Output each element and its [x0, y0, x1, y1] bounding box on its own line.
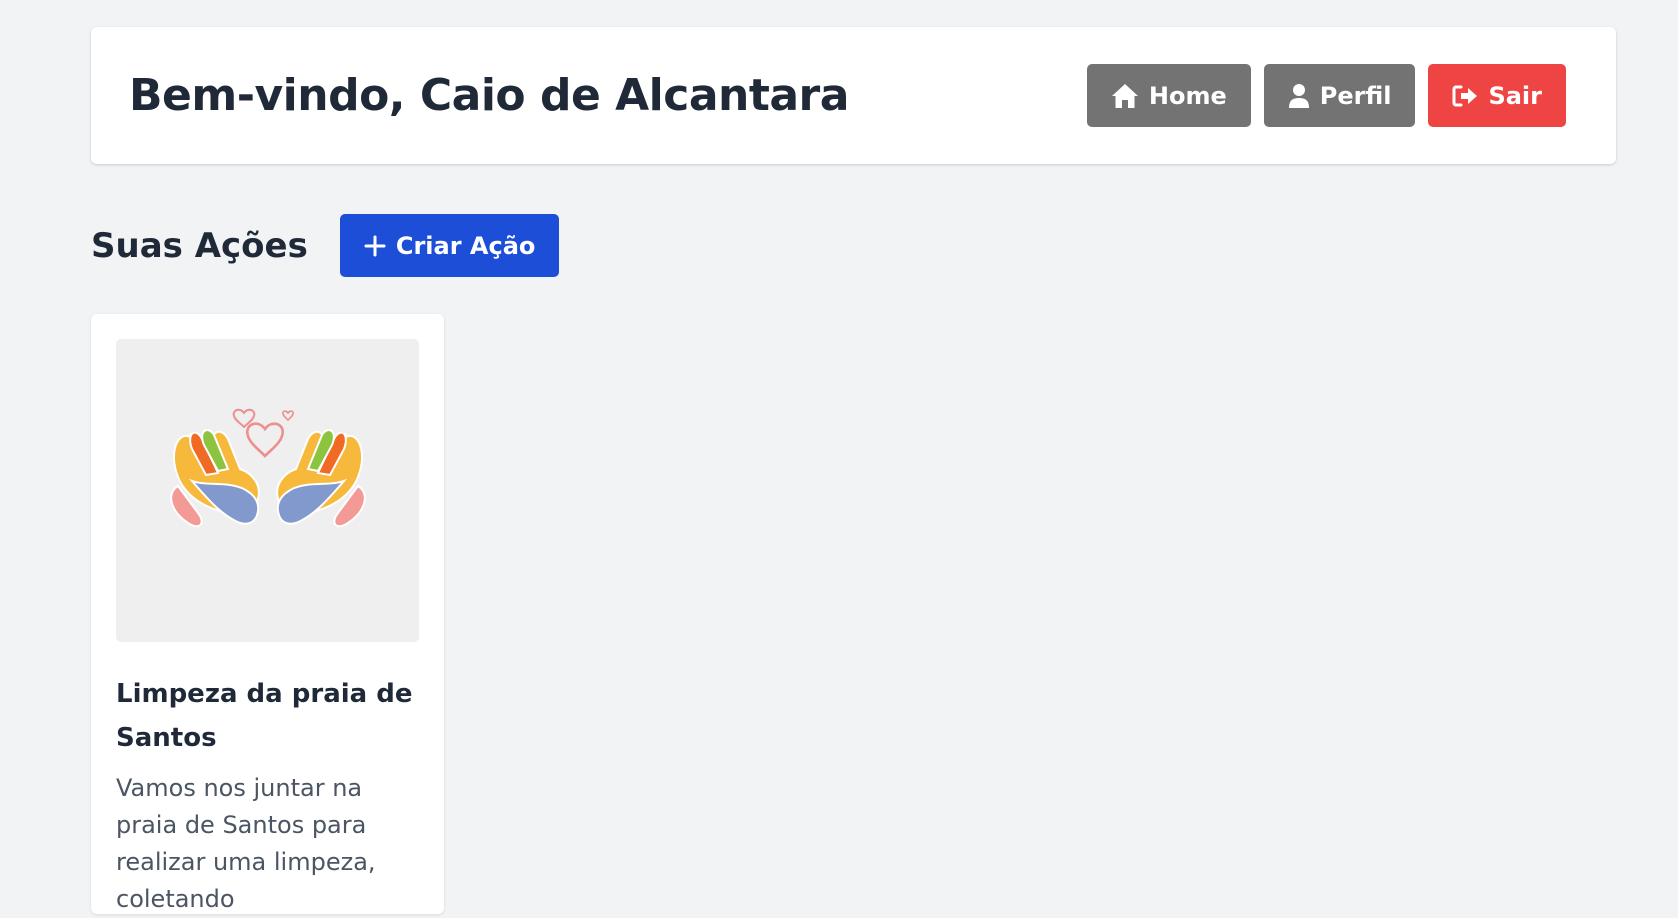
helping-hands-heart-logo	[169, 408, 366, 527]
logout-button[interactable]: Sair	[1428, 64, 1566, 127]
home-icon	[1111, 83, 1139, 109]
home-button[interactable]: Home	[1086, 64, 1251, 127]
action-card-title: Limpeza da praia de Santos	[116, 679, 413, 753]
sign-out-icon	[1452, 84, 1478, 108]
profile-button[interactable]: Perfil	[1263, 64, 1416, 127]
logout-button-label: Sair	[1488, 81, 1542, 110]
action-card[interactable]: Limpeza da praia de Santos Vamos nos jun…	[91, 314, 444, 914]
home-button-label: Home	[1148, 81, 1227, 110]
actions-section-header: Suas Ações Criar Ação	[91, 214, 560, 277]
page-title: Bem-vindo, Caio de Alcantara	[129, 70, 849, 121]
user-icon	[1288, 83, 1310, 109]
plus-icon	[364, 235, 386, 257]
welcome-header: Bem-vindo, Caio de Alcantara Home Perfil	[91, 27, 1616, 164]
action-card-image	[116, 339, 419, 642]
create-action-label: Criar Ação	[395, 231, 536, 260]
profile-button-label: Perfil	[1319, 81, 1392, 110]
create-action-button[interactable]: Criar Ação	[339, 214, 560, 277]
action-card-description: Vamos nos juntar na praia de Santos para…	[116, 774, 376, 913]
section-title: Suas Ações	[91, 225, 308, 266]
top-nav: Home Perfil Sair	[1086, 64, 1566, 127]
